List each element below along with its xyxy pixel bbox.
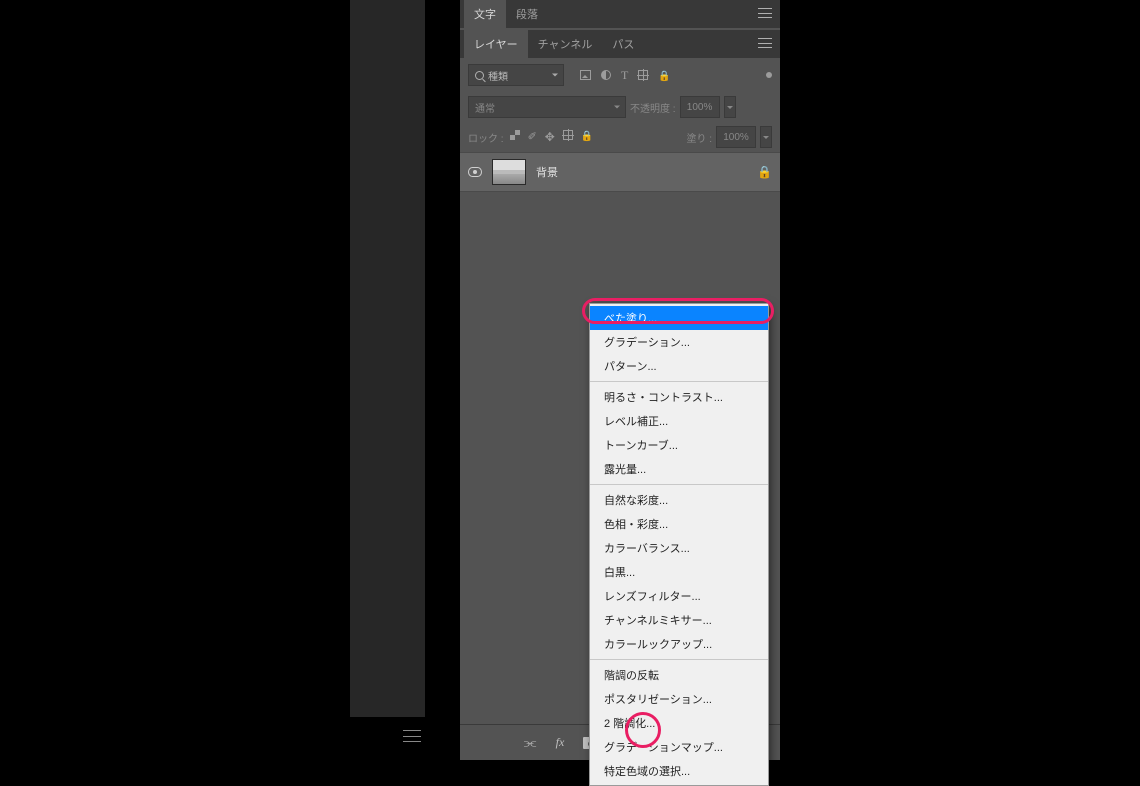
fill-value-box[interactable]: 100% <box>716 126 756 148</box>
opacity-label: 不透明度 : <box>630 100 676 115</box>
panel-menu-icon[interactable] <box>758 8 772 18</box>
filter-label: 種類 <box>488 68 508 83</box>
menu-item-hue-sat[interactable]: 色相・彩度... <box>590 512 768 536</box>
lock-all-icon[interactable] <box>581 130 593 144</box>
menu-item-exposure[interactable]: 露光量... <box>590 457 768 481</box>
menu-item-gradient-map[interactable]: グラデーションマップ... <box>590 735 768 759</box>
lock-position-icon[interactable] <box>545 130 555 144</box>
filter-toggle-icon[interactable] <box>766 72 772 78</box>
tab-paragraph[interactable]: 段落 <box>506 0 548 28</box>
layer-row-background[interactable]: 背景 🔒 <box>460 152 780 192</box>
layer-filter-row: 種類 T <box>460 58 780 92</box>
menu-item-vibrance[interactable]: 自然な彩度... <box>590 488 768 512</box>
visibility-eye-icon[interactable] <box>468 165 482 179</box>
menu-item-solid-color[interactable]: べた塗り... <box>590 306 768 330</box>
menu-item-threshold[interactable]: 2 階調化... <box>590 711 768 735</box>
menu-item-channel-mixer[interactable]: チャンネルミキサー... <box>590 608 768 632</box>
layer-thumbnail[interactable] <box>492 159 526 185</box>
filter-icons: T <box>570 68 772 83</box>
menu-item-pattern[interactable]: パターン... <box>590 354 768 378</box>
menu-item-photo-filter[interactable]: レンズフィルター... <box>590 584 768 608</box>
menu-item-brightness[interactable]: 明るさ・コントラスト... <box>590 385 768 409</box>
lock-artboard-icon[interactable] <box>563 130 573 140</box>
lock-image-icon[interactable] <box>528 130 537 144</box>
menu-separator <box>590 381 768 382</box>
menu-item-bw[interactable]: 白黒... <box>590 560 768 584</box>
lock-label: ロック : <box>468 130 504 145</box>
layer-lock-icon[interactable]: 🔒 <box>757 165 772 179</box>
collapsed-panel-menu-icon[interactable] <box>403 730 421 742</box>
menu-item-levels[interactable]: レベル補正... <box>590 409 768 433</box>
opacity-dropdown-icon[interactable] <box>724 96 736 118</box>
adjustment-layer-menu: べた塗り... グラデーション... パターン... 明るさ・コントラスト...… <box>589 303 769 786</box>
menu-item-color-lookup[interactable]: カラールックアップ... <box>590 632 768 656</box>
layers-panel-menu-icon[interactable] <box>758 38 772 48</box>
menu-separator <box>590 659 768 660</box>
canvas-edge <box>350 0 425 717</box>
blend-opacity-row: 通常 不透明度 : 100% <box>460 92 780 122</box>
opacity-value-box[interactable]: 100% <box>680 96 720 118</box>
filter-type-select[interactable]: 種類 <box>468 64 564 86</box>
layer-style-fx-icon[interactable]: fx <box>552 735 568 751</box>
menu-separator <box>590 484 768 485</box>
blend-mode-value: 通常 <box>475 100 495 115</box>
lock-icons-group <box>510 130 594 144</box>
tab-layers[interactable]: レイヤー <box>464 30 528 58</box>
tab-channels[interactable]: チャンネル <box>528 30 603 58</box>
blend-mode-select[interactable]: 通常 <box>468 96 626 118</box>
menu-item-invert[interactable]: 階調の反転 <box>590 663 768 687</box>
filter-type-icon[interactable]: T <box>621 68 628 83</box>
layers-panel-tabs: レイヤー チャンネル パス <box>460 30 780 58</box>
filter-smart-icon[interactable] <box>658 68 670 82</box>
fill-dropdown-icon[interactable] <box>760 126 772 148</box>
menu-item-curves[interactable]: トーンカーブ... <box>590 433 768 457</box>
tab-character[interactable]: 文字 <box>464 0 506 28</box>
lock-fill-row: ロック : 塗り : 100% <box>460 122 780 152</box>
filter-pixel-icon[interactable] <box>580 70 591 80</box>
filter-adjust-icon[interactable] <box>601 70 611 80</box>
link-layers-icon[interactable] <box>522 735 538 751</box>
fill-label: 塗り : <box>686 130 712 145</box>
filter-shape-icon[interactable] <box>638 70 648 80</box>
menu-item-selective-color[interactable]: 特定色域の選択... <box>590 759 768 783</box>
menu-item-gradient[interactable]: グラデーション... <box>590 330 768 354</box>
char-panel-tabs: 文字 段落 <box>460 0 780 28</box>
menu-item-color-balance[interactable]: カラーバランス... <box>590 536 768 560</box>
menu-item-posterize[interactable]: ポスタリゼーション... <box>590 687 768 711</box>
layer-name-label[interactable]: 背景 <box>536 164 558 180</box>
tab-paths[interactable]: パス <box>602 30 644 58</box>
search-icon <box>475 71 484 80</box>
lock-transparency-icon[interactable] <box>510 130 520 140</box>
